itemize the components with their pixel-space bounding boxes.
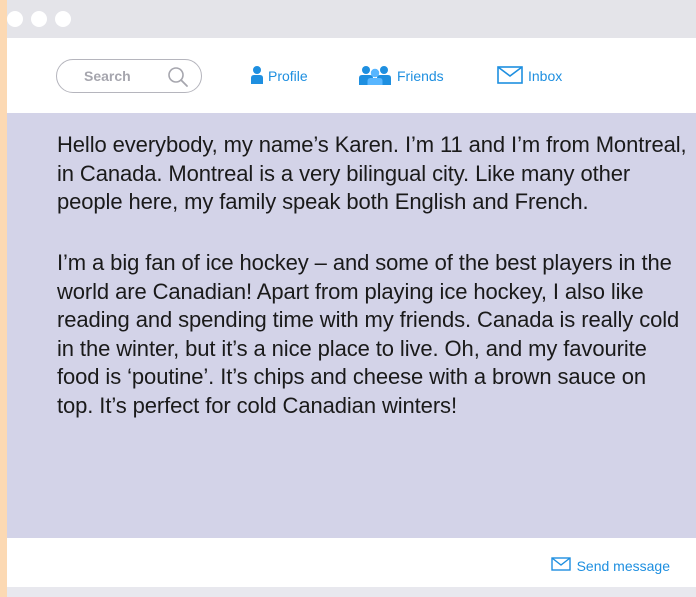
nav-friends-label: Friends	[397, 68, 444, 84]
search-box[interactable]: Search	[56, 59, 202, 93]
envelope-icon	[497, 65, 523, 87]
nav-profile-label: Profile	[268, 68, 308, 84]
nav-friends-link[interactable]: Friends	[358, 59, 444, 93]
search-input[interactable]: Search	[84, 68, 131, 84]
post-paragraph: I’m a big fan of ice hockey – and some o…	[57, 250, 680, 418]
app-toolbar: Search Profile Friends Inbox	[7, 38, 696, 113]
send-message-label: Send message	[576, 557, 670, 574]
window-minimize-button[interactable]	[31, 11, 47, 27]
nav-profile-link[interactable]: Profile	[251, 59, 308, 93]
envelope-icon	[550, 557, 571, 574]
window-close-button[interactable]	[7, 11, 23, 27]
post-content: Hello everybody, my name’s Karen. I’m 11…	[7, 113, 696, 538]
nav-inbox-link[interactable]: Inbox	[497, 59, 562, 93]
post-paragraph: Hello everybody, my name’s Karen. I’m 11…	[57, 132, 687, 214]
window-maximize-button[interactable]	[55, 11, 71, 27]
search-icon[interactable]	[167, 66, 189, 88]
browser-window: Search Profile Friends Inbox Hello every…	[7, 0, 696, 597]
friends-icon	[358, 65, 392, 88]
post-footer: Send message	[7, 538, 696, 587]
bottom-strip	[7, 587, 696, 597]
nav-inbox-label: Inbox	[528, 68, 563, 84]
left-border-stripe	[0, 0, 7, 597]
person-icon	[251, 65, 263, 87]
window-titlebar	[7, 0, 696, 38]
send-message-button[interactable]: Send message	[550, 557, 670, 574]
